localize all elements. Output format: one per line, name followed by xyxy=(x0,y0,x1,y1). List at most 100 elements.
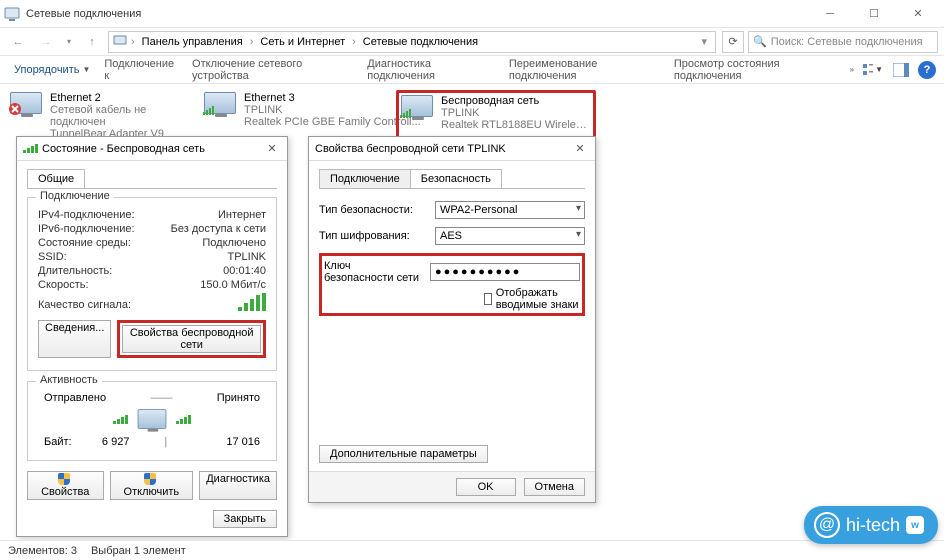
media-label: Состояние среды: xyxy=(38,237,131,249)
wifi-properties-button[interactable]: Свойства беспроводной сети xyxy=(122,325,261,353)
advanced-button[interactable]: Дополнительные параметры xyxy=(319,445,488,463)
adapter-wireless[interactable]: Беспроводная сеть TPLINK Realtek RTL8188… xyxy=(396,90,596,142)
ipv4-value: Интернет xyxy=(218,209,266,221)
cmd-connect[interactable]: Подключение к xyxy=(98,56,184,84)
help-button[interactable]: ? xyxy=(918,61,936,79)
adapter-name: Ethernet 3 xyxy=(244,92,421,104)
dialog-title: Состояние - Беспроводная сеть xyxy=(42,143,205,155)
adapter-status: TPLINK xyxy=(244,104,421,116)
bytes-recv-value: 17 016 xyxy=(172,436,260,448)
bytes-label: Байт: xyxy=(44,436,72,448)
recv-label: Принято xyxy=(217,392,260,404)
breadcrumb[interactable]: › Панель управления › Сеть и Интернет › … xyxy=(108,31,716,53)
checkbox-icon xyxy=(484,293,492,305)
signal-icon xyxy=(113,415,128,424)
ipv4-label: IPv4-подключение: xyxy=(38,209,135,221)
maximize-button[interactable]: ☐ xyxy=(852,0,896,28)
bytes-sent-value: 6 927 xyxy=(72,436,160,448)
breadcrumb-seg-0[interactable]: Панель управления xyxy=(139,36,246,48)
minimize-button[interactable]: ─ xyxy=(808,0,852,28)
watermark-badge: @ hi-tech w xyxy=(804,506,938,544)
preview-pane-button[interactable] xyxy=(890,60,912,80)
nav-forward-button[interactable]: → xyxy=(34,30,58,54)
security-key-highlight: Ключ безопасности сети ●●●●●●●●●● Отобра… xyxy=(319,253,585,316)
diagnose-button[interactable]: Диагностика xyxy=(199,471,277,500)
signal-icon xyxy=(23,144,38,153)
details-button[interactable]: Сведения... xyxy=(38,320,111,358)
adapter-status: Сетевой кабель не подключен xyxy=(50,104,186,128)
search-placeholder: Поиск: Сетевые подключения xyxy=(771,36,923,48)
adapter-ethernet3[interactable]: Ethernet 3 TPLINK Realtek PCIe GBE Famil… xyxy=(202,90,382,142)
wifi-properties-highlight: Свойства беспроводной сети xyxy=(117,320,266,358)
dialog-close-button[interactable]: ✕ xyxy=(263,142,281,155)
ipv6-label: IPv6-подключение: xyxy=(38,223,135,235)
breadcrumb-seg-1[interactable]: Сеть и Интернет xyxy=(257,36,348,48)
cmd-disable[interactable]: Отключение сетевого устройства xyxy=(186,56,359,84)
cmd-view-status[interactable]: Просмотр состояния подключения» xyxy=(668,56,860,84)
cmd-diagnose[interactable]: Диагностика подключения xyxy=(361,56,501,84)
search-icon: 🔍 xyxy=(753,35,767,48)
nav-history-button[interactable]: ▾ xyxy=(62,30,76,54)
cancel-button[interactable]: Отмена xyxy=(524,478,585,496)
nav-up-button[interactable]: ↑ xyxy=(80,30,104,54)
wifi-properties-dialog: Свойства беспроводной сети TPLINK ✕ Подк… xyxy=(308,136,596,503)
tab-general[interactable]: Общие xyxy=(27,169,85,188)
close-button[interactable]: Закрыть xyxy=(213,510,277,528)
media-value: Подключено xyxy=(202,237,266,249)
status-selected: Выбран 1 элемент xyxy=(91,545,186,557)
speed-value: 150.0 Мбит/с xyxy=(200,279,266,291)
app-icon xyxy=(4,6,20,22)
encryption-type-label: Тип шифрования: xyxy=(319,230,425,242)
cmd-rename[interactable]: Переименование подключения xyxy=(503,56,666,84)
group-connection: Подключение xyxy=(36,190,114,202)
adapter-icon xyxy=(10,92,44,140)
breadcrumb-seg-2[interactable]: Сетевые подключения xyxy=(360,36,481,48)
disable-button[interactable]: Отключить xyxy=(110,471,194,500)
window-title: Сетевые подключения xyxy=(26,8,141,20)
wifi-status-dialog: Состояние - Беспроводная сеть ✕ Общие По… xyxy=(16,136,288,537)
properties-button[interactable]: Свойства xyxy=(27,471,104,500)
view-mode-button[interactable]: ▼ xyxy=(862,60,884,80)
adapter-device: Realtek PCIe GBE Family Controll... xyxy=(244,116,421,128)
signal-bars-icon xyxy=(238,293,266,311)
security-type-select[interactable]: WPA2-Personal xyxy=(435,201,585,219)
refresh-button[interactable]: ⟳ xyxy=(722,31,744,53)
speed-label: Скорость: xyxy=(38,279,89,291)
ok-button[interactable]: OK xyxy=(456,478,516,496)
show-chars-checkbox[interactable]: Отображать вводимые знаки xyxy=(484,287,580,311)
encryption-type-select[interactable]: AES xyxy=(435,227,585,245)
security-key-input[interactable]: ●●●●●●●●●● xyxy=(430,263,580,281)
status-count: Элементов: 3 xyxy=(8,545,77,557)
shield-icon xyxy=(144,473,156,485)
control-panel-icon xyxy=(113,33,127,50)
dialog-title: Свойства беспроводной сети TPLINK xyxy=(315,143,506,155)
search-box[interactable]: 🔍 Поиск: Сетевые подключения xyxy=(748,31,938,53)
cmd-organize[interactable]: Упорядочить▼ xyxy=(8,62,96,78)
security-key-label: Ключ безопасности сети xyxy=(324,260,420,284)
duration-label: Длительность: xyxy=(38,265,112,277)
adapter-name: Ethernet 2 xyxy=(50,92,186,104)
dialog-close-button[interactable]: ✕ xyxy=(571,142,589,155)
breadcrumb-dropdown[interactable]: ▾ xyxy=(697,35,711,48)
duration-value: 00:01:40 xyxy=(223,265,266,277)
tab-connection[interactable]: Подключение xyxy=(319,169,411,188)
vk-icon: w xyxy=(906,516,924,534)
tab-security[interactable]: Безопасность xyxy=(410,169,502,188)
adapter-ethernet2[interactable]: Ethernet 2 Сетевой кабель не подключен T… xyxy=(8,90,188,142)
adapter-status: TPLINK xyxy=(441,107,591,119)
monitor-icon xyxy=(138,409,167,429)
signal-icon xyxy=(176,415,191,424)
ssid-label: SSID: xyxy=(38,251,67,263)
signal-quality-label: Качество сигнала: xyxy=(38,299,131,311)
group-activity: Активность xyxy=(36,374,102,386)
close-button[interactable]: ✕ xyxy=(896,0,940,28)
adapter-icon xyxy=(204,92,238,140)
sent-label: Отправлено xyxy=(44,392,106,404)
at-icon: @ xyxy=(814,512,840,538)
adapter-name: Беспроводная сеть xyxy=(441,95,591,107)
ssid-value: TPLINK xyxy=(227,251,266,263)
shield-icon xyxy=(58,473,70,485)
watermark-text: hi-tech xyxy=(846,515,900,536)
nav-back-button[interactable]: ← xyxy=(6,30,30,54)
adapter-icon xyxy=(401,95,435,137)
